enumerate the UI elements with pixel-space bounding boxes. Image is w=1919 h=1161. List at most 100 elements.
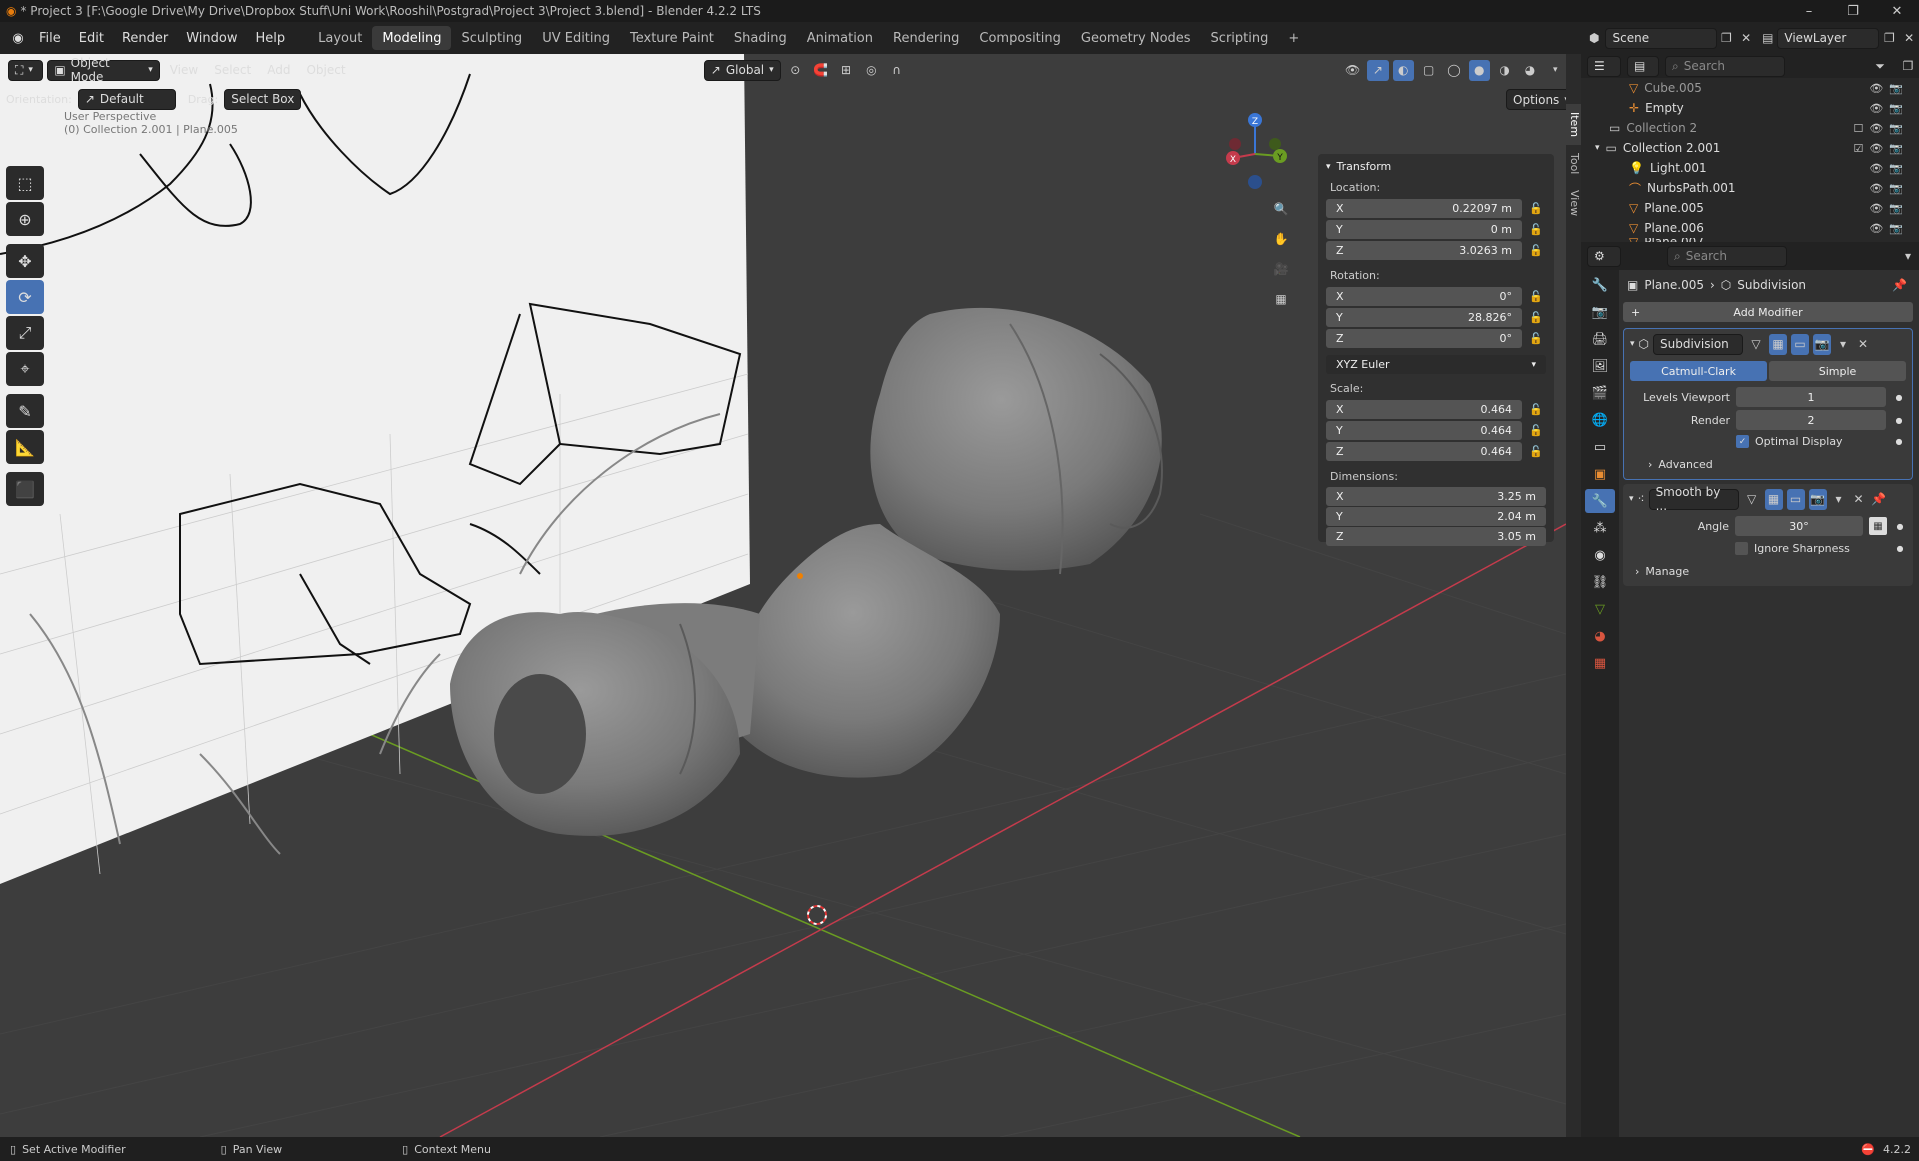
visibility-toggle-icon[interactable]: 👁📷 (1869, 202, 1909, 215)
proportional-edit-icon[interactable]: ◎ (861, 60, 882, 81)
dimension-x-field[interactable]: X 3.25 m (1326, 487, 1546, 506)
blender-menu-icon[interactable]: ◉ (6, 31, 30, 46)
chevron-down-icon[interactable]: ▾ (1835, 334, 1851, 355)
subdivision-name-field[interactable]: Subdivision (1653, 333, 1744, 355)
tab-geometry-nodes[interactable]: Geometry Nodes (1071, 26, 1201, 50)
zoom-icon[interactable]: 🔍 (1270, 194, 1292, 224)
angle-field[interactable]: 30° (1735, 516, 1863, 536)
close-icon[interactable]: ✕ (1855, 334, 1871, 355)
object-properties-tab[interactable]: ▣ (1585, 462, 1615, 486)
particles-properties-tab[interactable]: ⁂ (1585, 516, 1615, 540)
advanced-subpanel-header[interactable]: › Advanced (1630, 453, 1906, 475)
catmull-clark-button[interactable]: Catmull-Clark (1630, 361, 1767, 381)
outliner-search-input[interactable]: ⌕ Search (1665, 55, 1785, 77)
edit-mode-toggle-icon[interactable]: ▽ (1747, 334, 1765, 355)
view-layer-properties-tab[interactable]: 🖼 (1585, 354, 1615, 378)
chevron-down-icon[interactable]: ▾ (1630, 339, 1635, 349)
maximize-button[interactable]: ❐ (1831, 0, 1875, 22)
visibility-toggle-icon[interactable]: 👁📷 (1869, 182, 1909, 195)
tab-item[interactable]: Item (1566, 104, 1581, 146)
collection-properties-tab[interactable]: ▭ (1585, 435, 1615, 459)
menu-file[interactable]: File (30, 26, 70, 50)
lock-icon[interactable]: 🔓 (1526, 244, 1546, 257)
outliner-row[interactable]: ⌒ NurbsPath.001 👁📷 (1581, 178, 1919, 198)
transform-orientation-selector[interactable]: ↗ Global ▾ (703, 59, 781, 81)
keyframe-dot-icon[interactable]: ● (1893, 522, 1907, 531)
add-modifier-button[interactable]: + Add Modifier (1623, 302, 1913, 322)
pin-icon[interactable]: 📌 (1892, 278, 1907, 292)
menu-select[interactable]: Select (208, 60, 257, 81)
material-shading-icon[interactable]: ◑ (1494, 60, 1515, 81)
tab-texture-paint[interactable]: Texture Paint (620, 26, 724, 50)
options-dropdown[interactable]: Options ▾ (1506, 89, 1566, 110)
dimension-z-field[interactable]: Z 3.05 m (1326, 527, 1546, 546)
keyframe-dot-icon[interactable]: ● (1892, 437, 1906, 446)
chevron-down-icon[interactable]: ▾ (1629, 494, 1634, 504)
new-scene-icon[interactable]: ❐ (1717, 28, 1737, 49)
outliner-editor-type[interactable]: ☰ (1587, 55, 1621, 77)
tab-shading[interactable]: Shading (724, 26, 797, 50)
menu-view[interactable]: View (164, 60, 204, 81)
select-box-tool[interactable]: ⬚ (6, 166, 44, 200)
rotation-x-field[interactable]: X 0° (1326, 287, 1522, 306)
lock-icon[interactable]: 🔓 (1526, 223, 1546, 236)
tab-rendering[interactable]: Rendering (883, 26, 969, 50)
menu-object[interactable]: Object (300, 60, 351, 81)
realtime-toggle-icon[interactable]: ▭ (1786, 488, 1805, 510)
measure-tool[interactable]: 📐 (6, 430, 44, 464)
navigation-gizmo[interactable]: Z Y X (1226, 113, 1287, 189)
mode-selector[interactable]: ▣ Object Mode ▾ (47, 56, 160, 84)
new-view-layer-icon[interactable]: ❐ (1879, 28, 1899, 49)
snap-target-icon[interactable]: ⊞ (835, 60, 856, 81)
properties-search-input[interactable]: ⌕ Search (1667, 245, 1787, 267)
tab-view[interactable]: View (1566, 182, 1581, 224)
texture-properties-tab[interactable]: ▦ (1585, 651, 1615, 675)
scene-properties-tab[interactable]: 🎬 (1585, 381, 1615, 405)
display-mode-selector[interactable]: ▤ (1627, 55, 1659, 77)
constraints-properties-tab[interactable]: ⛓ (1585, 570, 1615, 594)
node-socket-icon[interactable]: ▦ (1869, 517, 1887, 535)
transform-section-header[interactable]: ▾ Transform (1326, 160, 1546, 173)
outliner-row[interactable]: ▽ Cube.005 👁📷 (1581, 78, 1919, 98)
rotation-mode-dropdown[interactable]: XYZ Euler ▾ (1326, 355, 1546, 374)
chevron-down-icon[interactable]: ▾ (1831, 489, 1847, 510)
tab-compositing[interactable]: Compositing (969, 26, 1071, 50)
solid-shading-icon[interactable]: ● (1468, 59, 1490, 81)
3d-cursor[interactable] (807, 905, 827, 925)
scale-y-field[interactable]: Y 0.464 (1326, 421, 1522, 440)
tab-animation[interactable]: Animation (797, 26, 883, 50)
data-properties-tab[interactable]: ▽ (1585, 597, 1615, 621)
transform-tool[interactable]: ⌖ (6, 352, 44, 386)
tab-modeling[interactable]: Modeling (372, 26, 452, 50)
move-tool[interactable]: ✥ (6, 244, 44, 278)
visibility-toggle-icon[interactable]: 👁📷 (1869, 82, 1909, 95)
manage-subpanel-header[interactable]: › Manage (1629, 560, 1907, 582)
tool-properties-tab[interactable]: 🔧 (1585, 273, 1615, 297)
keyframe-dot-icon[interactable]: ● (1892, 393, 1906, 402)
location-z-field[interactable]: Z 3.0263 m (1326, 241, 1522, 260)
outliner-row[interactable]: ▭ Collection 2 ☐👁📷 (1581, 118, 1919, 138)
outliner-row[interactable]: 💡 Light.001 👁📷 (1581, 158, 1919, 178)
levels-viewport-field[interactable]: 1 (1736, 387, 1886, 407)
keyframe-dot-icon[interactable]: ● (1893, 544, 1907, 553)
scale-x-field[interactable]: X 0.464 (1326, 400, 1522, 419)
falloff-icon[interactable]: ∩ (886, 60, 907, 81)
material-properties-tab[interactable]: ◕ (1585, 624, 1615, 648)
chevron-down-icon[interactable]: ▾ (1897, 246, 1919, 267)
lock-icon[interactable]: 🔓 (1526, 202, 1546, 215)
cage-toggle-icon[interactable]: ▦ (1769, 333, 1788, 355)
delete-scene-icon[interactable]: ✕ (1736, 28, 1756, 49)
view-layer-selector[interactable]: ViewLayer (1777, 27, 1880, 49)
gizmo-toggle-icon[interactable]: ↗ (1367, 59, 1389, 81)
menu-add[interactable]: Add (261, 60, 296, 81)
lock-icon[interactable]: 🔓 (1526, 445, 1546, 458)
orientation-setting-dropdown[interactable]: ↗ Default (77, 88, 176, 110)
delete-view-layer-icon[interactable]: ✕ (1899, 28, 1919, 49)
xray-toggle-icon[interactable]: ▢ (1418, 60, 1439, 81)
add-workspace-button[interactable]: + (1278, 26, 1309, 50)
visibility-toggle-icon[interactable]: 👁📷 (1869, 222, 1909, 235)
cage-toggle-icon[interactable]: ▦ (1764, 488, 1783, 510)
rotation-y-field[interactable]: Y 28.826° (1326, 308, 1522, 327)
new-collection-icon[interactable]: ❐ (1897, 56, 1919, 77)
lock-icon[interactable]: 🔓 (1526, 403, 1546, 416)
